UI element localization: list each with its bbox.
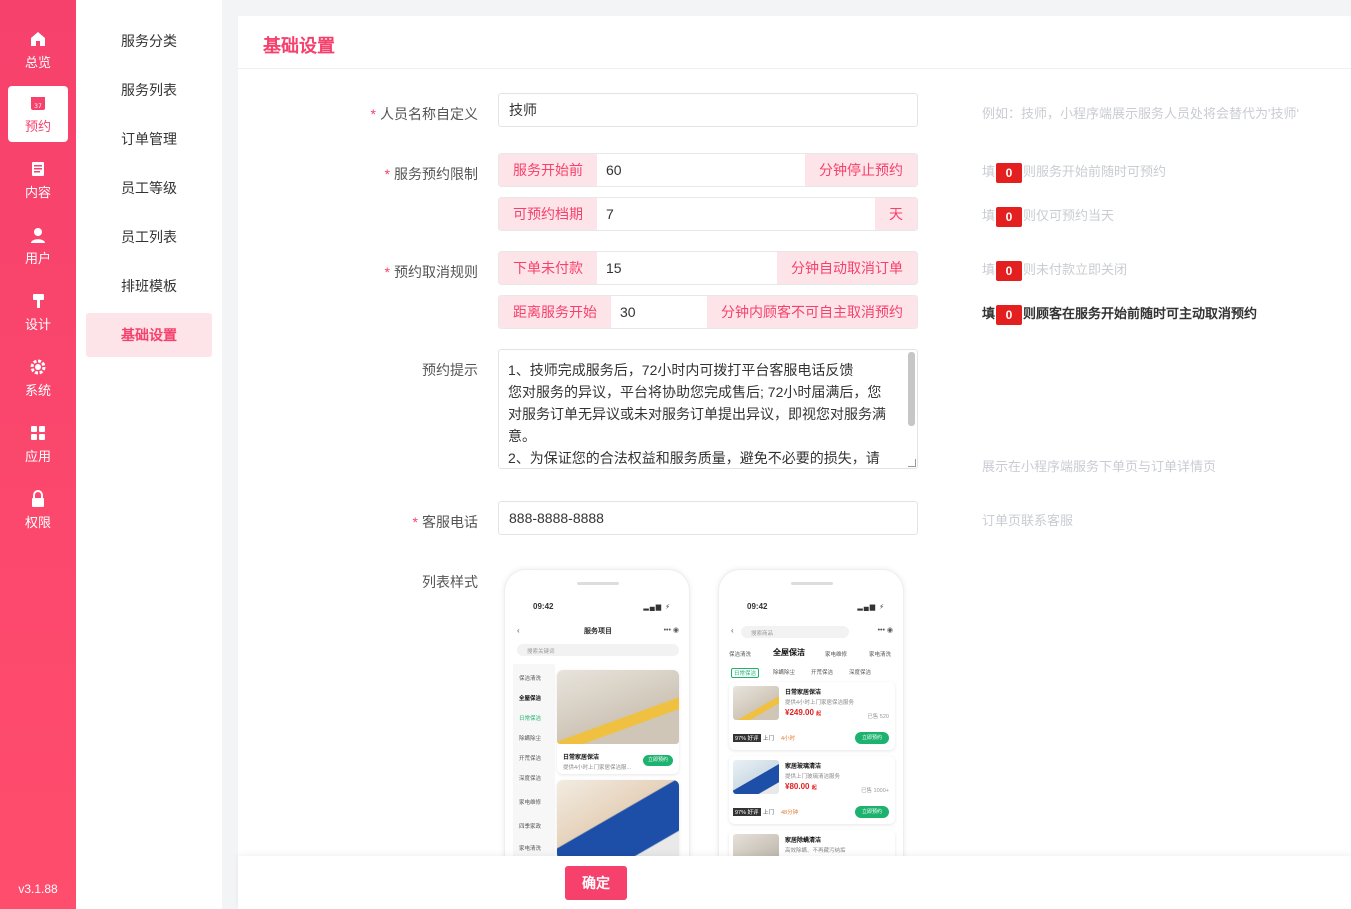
textarea-scrollbar[interactable] — [908, 352, 915, 426]
preview-image — [733, 760, 779, 794]
unpaid-cancel-suffix: 分钟自动取消订单 — [777, 252, 917, 284]
status-icons: ▂▄▆ ⚡ — [643, 604, 671, 611]
document-icon — [32, 161, 44, 176]
staff-name-input[interactable]: 技师 — [498, 93, 918, 127]
booking-stop-hint: 填 0 则服务开始前随时可预约 — [982, 161, 1166, 183]
preview-card: 日常家居保洁 提供4小时上门家居保洁服... 立即预约 — [557, 670, 679, 774]
version-label: v3.1.88 — [18, 882, 58, 896]
subnav-item-service-list[interactable]: 服务列表 — [86, 68, 212, 112]
svg-text:37: 37 — [34, 103, 42, 110]
customer-cancel-group: 距离服务开始 30 分钟内顾客不可自主取消预约 — [498, 295, 918, 329]
booking-window-suffix: 天 — [875, 198, 917, 230]
unpaid-cancel-prefix: 下单未付款 — [499, 252, 597, 284]
nav-item-apps[interactable]: 应用 — [8, 416, 68, 472]
customer-cancel-input[interactable]: 30 — [611, 296, 707, 328]
preview-image — [557, 780, 679, 858]
service-phone-input[interactable]: 888-8888-8888 — [498, 501, 918, 535]
top-bar — [238, 0, 1351, 16]
subnav-item-service-category[interactable]: 服务分类 — [86, 19, 212, 63]
calendar-icon: 37 — [31, 96, 45, 110]
gear-icon — [30, 359, 46, 374]
zero-badge: 0 — [996, 206, 1023, 227]
subnav-item-staff-level[interactable]: 员工等级 — [86, 166, 212, 210]
nav-item-system[interactable]: 系统 — [8, 350, 68, 406]
home-icon — [31, 31, 45, 46]
list-style-label: 列表样式 — [422, 574, 478, 590]
booking-stop-suffix: 分钟停止预约 — [805, 154, 917, 186]
footer-bar: 确定 — [238, 856, 1351, 909]
unpaid-cancel-hint: 填 0 则未付款立即关闭 — [982, 259, 1127, 281]
unpaid-cancel-input[interactable]: 15 — [597, 252, 777, 284]
resize-handle[interactable] — [908, 459, 916, 467]
booking-window-prefix: 可预约档期 — [499, 198, 597, 230]
preview-image — [557, 670, 679, 744]
zero-badge: 0 — [996, 304, 1023, 325]
user-icon — [31, 227, 45, 243]
zero-badge: 0 — [996, 260, 1023, 281]
service-phone-hint: 订单页联系客服 — [982, 513, 1074, 528]
booking-limit-label: * 服务预约限制 — [384, 166, 478, 182]
more-icon: ••• ◉ — [877, 627, 893, 634]
customer-cancel-suffix: 分钟内顾客不可自主取消预约 — [707, 296, 917, 328]
page-title: 基础设置 — [263, 36, 335, 56]
staff-name-label: * 人员名称自定义 — [370, 106, 478, 122]
booking-stop-input[interactable]: 60 — [597, 154, 805, 186]
preview-card-2 — [557, 780, 679, 858]
customer-cancel-prefix: 距离服务开始 — [499, 296, 611, 328]
nav-item-users[interactable]: 用户 — [8, 218, 68, 274]
tips-hint: 展示在小程序端服务下单页与订单详情页 — [982, 459, 1217, 474]
booking-stop-group: 服务开始前 60 分钟停止预约 — [498, 153, 918, 187]
status-icons: ▂▄▆ ⚡ — [857, 604, 885, 611]
booking-window-input[interactable]: 7 — [597, 198, 875, 230]
booking-stop-prefix: 服务开始前 — [499, 154, 597, 186]
phone-notch — [791, 582, 833, 585]
zero-badge: 0 — [996, 162, 1023, 183]
booking-window-group: 可预约档期 7 天 — [498, 197, 918, 231]
subnav-item-staff-list[interactable]: 员工列表 — [86, 215, 212, 259]
divider — [238, 68, 1351, 69]
preview-item-1: 日常家居保洁 提供4小时上门家居保洁服务 ¥249.00 起 已售 520 97… — [729, 682, 895, 750]
preview-item-2: 家居玻璃清洁 提供上门玻璃清洁服务 ¥80.00 起 已售 1000+ 97% … — [729, 756, 895, 824]
brush-icon — [33, 293, 44, 308]
tips-textarea[interactable]: 1、技师完成服务后，72小时内可拨打平台客服电话反馈 您对服务的异议，平台将协助… — [498, 349, 918, 469]
main-panel: 基础设置 * 人员名称自定义 技师 例如：技师，小程序端展示服务人员处将会替代为'… — [238, 0, 1351, 909]
subnav-item-schedule-template[interactable]: 排班模板 — [86, 264, 212, 308]
nav-item-design[interactable]: 设计 — [8, 284, 68, 340]
customer-cancel-hint: 填 0 则顾客在服务开始前随时可主动取消预约 — [982, 303, 1257, 325]
phone-notch — [577, 582, 619, 585]
list-style-option-2[interactable]: 09:42 ▂▄▆ ⚡ ‹ 搜索商品 ••• ◉ 保洁清洗 全屋保洁 家电维修 … — [718, 569, 904, 859]
nav-item-overview[interactable]: 总览 — [8, 22, 68, 78]
grid-icon — [31, 425, 45, 440]
nav-item-permissions[interactable]: 权限 — [8, 482, 68, 538]
list-style-option-1[interactable]: 09:42 ▂▄▆ ⚡ ‹ 服务项目 ••• ◉ 搜索关键词 保洁清洗 全屋保洁… — [504, 569, 690, 859]
subnav-item-order-management[interactable]: 订单管理 — [86, 117, 212, 161]
cancel-rule-label: * 预约取消规则 — [384, 264, 478, 280]
preview-image — [733, 686, 779, 720]
sub-nav: 服务分类 服务列表 订单管理 员工等级 员工列表 排班模板 基础设置 — [76, 0, 222, 909]
main-nav: 总览 37 预约 内容 用户 设计 系统 应用 权限 v3.1.88 — [0, 0, 76, 909]
more-icon: ••• ◉ — [663, 627, 679, 634]
preview-category-list: 保洁清洗 全屋保洁 日常保洁 除螨除尘 开荒保洁 深度保洁 家电维修 四季家政 … — [513, 664, 555, 858]
nav-item-content[interactable]: 内容 — [8, 152, 68, 208]
preview-item-3: 家居除螨清洁 高效除螨、不再藏污纳垢 — [729, 830, 895, 858]
lock-icon — [32, 489, 44, 507]
subnav-item-basic-settings[interactable]: 基础设置 — [86, 313, 212, 357]
confirm-button[interactable]: 确定 — [565, 866, 627, 900]
tips-label: 预约提示 — [422, 362, 478, 378]
service-phone-label: * 客服电话 — [412, 514, 478, 530]
preview-search: 搜索商品 — [741, 626, 849, 638]
staff-name-hint: 例如：技师，小程序端展示服务人员处将会替代为'技师' — [982, 106, 1299, 121]
booking-window-hint: 填 0 则仅可预约当天 — [982, 205, 1114, 227]
nav-item-booking[interactable]: 37 预约 — [8, 86, 68, 142]
unpaid-cancel-group: 下单未付款 15 分钟自动取消订单 — [498, 251, 918, 285]
preview-search: 搜索关键词 — [517, 644, 679, 656]
back-icon: ‹ — [731, 626, 734, 635]
